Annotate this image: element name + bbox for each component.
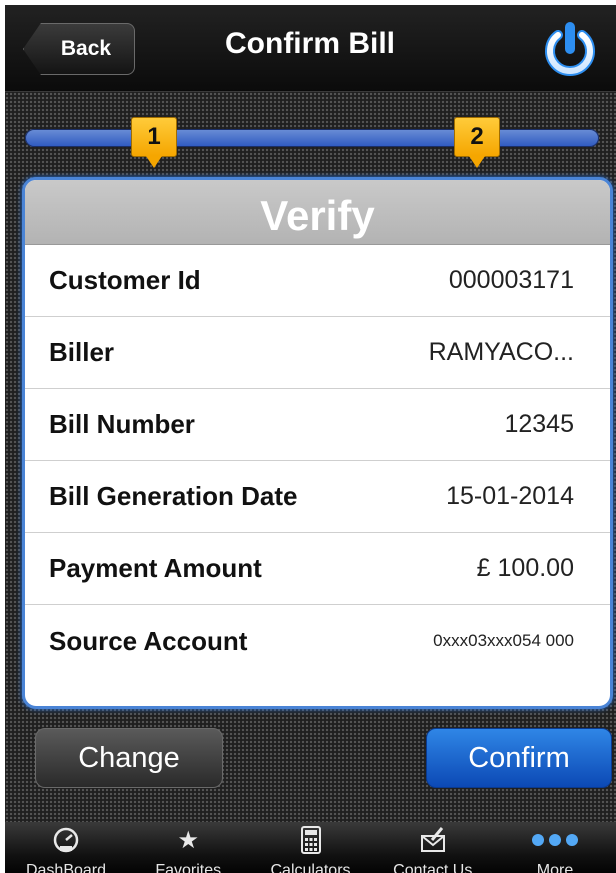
confirm-button[interactable]: Confirm	[426, 728, 612, 788]
detail-row-bill-generation-date: Bill Generation Date 15-01-2014	[25, 461, 610, 533]
row-label: Payment Amount	[49, 553, 262, 583]
tab-more[interactable]: More	[494, 822, 616, 873]
verify-card: Verify Customer Id 000003171 Biller RAMY…	[22, 177, 613, 709]
tab-label: Contact Us	[393, 862, 473, 873]
detail-row-source-account: Source Account 0xxx03xxx054 000	[25, 605, 610, 677]
page-title: Confirm Bill	[225, 27, 395, 60]
row-label: Source Account	[49, 625, 248, 656]
row-value: 12345	[504, 410, 574, 438]
more-dots-icon	[532, 834, 578, 846]
dashboard-gauge-icon	[53, 827, 79, 853]
row-value: 15-01-2014	[446, 482, 574, 510]
row-label: Biller	[49, 337, 115, 367]
step-1-marker: 1	[131, 117, 177, 168]
step-2-marker: 2	[454, 117, 500, 168]
detail-row-biller: Biller RAMYACO...	[25, 317, 610, 389]
progress-track	[25, 129, 599, 147]
tab-dashboard[interactable]: DashBoard	[5, 822, 127, 873]
tab-bar: DashBoard ★ Favorites Calculators Contac…	[5, 822, 616, 873]
calculator-icon	[300, 826, 321, 854]
back-button[interactable]: Back	[23, 23, 135, 75]
tab-calculators[interactable]: Calculators	[250, 822, 372, 873]
row-value: RAMYACO...	[428, 338, 574, 366]
tab-label: More	[536, 862, 574, 873]
row-label: Bill Number	[49, 409, 195, 439]
row-label: Customer Id	[49, 265, 201, 295]
change-button[interactable]: Change	[35, 728, 223, 788]
row-label: Bill Generation Date	[49, 481, 298, 511]
tab-label: Favorites	[155, 862, 222, 873]
navigation-bar: Back Confirm Bill	[5, 5, 616, 92]
detail-row-payment-amount: Payment Amount £ 100.00	[25, 533, 610, 605]
card-title: Verify	[25, 180, 610, 245]
star-icon: ★	[177, 826, 199, 854]
detail-row-bill-number: Bill Number 12345	[25, 389, 610, 461]
row-value: 000003171	[448, 266, 574, 294]
tab-favorites[interactable]: ★ Favorites	[127, 822, 249, 873]
tab-label: DashBoard	[25, 862, 107, 873]
tab-contact-us[interactable]: Contact Us	[372, 822, 494, 873]
power-icon[interactable]	[539, 19, 601, 81]
envelope-icon	[420, 827, 445, 852]
detail-row-customer-id: Customer Id 000003171	[25, 245, 610, 317]
app-screen: Back Confirm Bill 1 2 Verify Customer Id…	[5, 5, 616, 873]
tab-label: Calculators	[270, 862, 351, 873]
row-value: 0xxx03xxx054 000	[433, 631, 574, 650]
row-value: £ 100.00	[476, 554, 574, 582]
